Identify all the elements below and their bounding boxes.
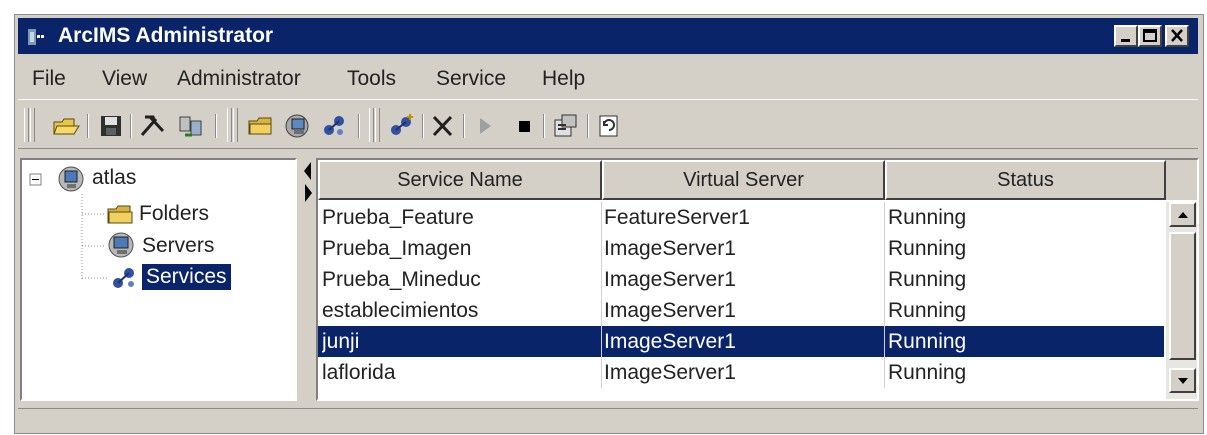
save-icon — [101, 116, 121, 136]
refresh-service-icon — [599, 115, 618, 137]
toolbar-separator — [87, 114, 89, 138]
save-button[interactable] — [96, 111, 126, 141]
toolbar-separator — [130, 114, 132, 138]
properties-icon — [554, 114, 577, 137]
toolbar-grip[interactable] — [227, 108, 232, 142]
tree-pane: atlas Folders Servers Services — [20, 158, 297, 401]
toolbar-grip[interactable] — [369, 108, 374, 142]
menu-view[interactable]: View — [102, 66, 147, 92]
open-folder-icon — [53, 118, 80, 135]
servers-button[interactable] — [283, 111, 313, 141]
properties-button[interactable] — [551, 111, 581, 141]
menu-service[interactable]: Service — [436, 66, 506, 92]
add-service-icon — [391, 114, 413, 135]
toolbar-separator — [543, 114, 545, 138]
column-header-status[interactable]: Status — [885, 160, 1166, 200]
column-dividers — [601, 202, 885, 388]
toolbar-separator — [422, 114, 424, 138]
toolbar-separator — [358, 114, 360, 138]
folder-icon — [107, 205, 133, 224]
splitter-arrows-icon — [304, 162, 312, 202]
vertical-scrollbar[interactable] — [1166, 202, 1197, 399]
play-icon — [480, 118, 491, 134]
toolbar-separator — [463, 114, 465, 138]
scroll-down-button[interactable] — [1169, 368, 1196, 393]
title-bar[interactable]: ArcIMS Administrator — [18, 18, 1198, 54]
folders-button[interactable] — [246, 111, 276, 141]
tools-icon — [140, 115, 165, 136]
services-icon — [113, 268, 134, 288]
server-icon — [285, 114, 309, 138]
toolbar-grip[interactable] — [24, 108, 29, 142]
delete-button[interactable] — [428, 111, 458, 141]
tools-button[interactable] — [138, 111, 168, 141]
server-icon — [108, 232, 134, 258]
arrow-up-icon — [1177, 211, 1188, 218]
folder-icon — [248, 117, 272, 135]
header-scroll-corner — [1166, 160, 1197, 200]
start-button[interactable] — [470, 111, 500, 141]
toolbar-separator — [587, 114, 589, 138]
open-button[interactable] — [51, 111, 81, 141]
maximize-button[interactable] — [1138, 25, 1162, 47]
add-service-button[interactable] — [388, 111, 418, 141]
close-button[interactable] — [1165, 25, 1189, 47]
stop-icon — [519, 121, 530, 132]
table-header: Service Name Virtual Server Status — [318, 160, 1166, 200]
scroll-up-button[interactable] — [1169, 202, 1196, 227]
menu-administrator[interactable]: Administrator — [177, 66, 301, 92]
services-icon — [324, 116, 344, 135]
toolbar — [18, 99, 1198, 149]
services-table: Service Name Virtual Server Status Prueb… — [316, 158, 1199, 401]
menu-file[interactable]: File — [32, 66, 66, 92]
toolbar-grip[interactable] — [375, 108, 380, 142]
tree-label-folders: Folders — [139, 202, 210, 225]
column-header-service-name[interactable]: Service Name — [318, 160, 602, 200]
pane-splitter[interactable] — [301, 158, 315, 401]
menu-tools[interactable]: Tools — [347, 66, 396, 92]
toolbar-grip[interactable] — [233, 108, 238, 142]
column-header-virtual-server[interactable]: Virtual Server — [602, 160, 885, 200]
close-icon — [1171, 29, 1183, 42]
refresh-service-button[interactable] — [594, 111, 624, 141]
status-bar — [18, 408, 1198, 433]
minimize-icon — [1121, 39, 1130, 42]
tree-label-atlas: atlas — [92, 166, 137, 189]
toolbar-separator — [215, 114, 217, 138]
menu-help[interactable]: Help — [542, 66, 585, 92]
refresh-button[interactable] — [176, 111, 206, 141]
toolbar-grip[interactable] — [30, 108, 35, 142]
minimize-button[interactable] — [1114, 25, 1138, 47]
server-host-icon — [58, 166, 84, 192]
app-icon — [28, 29, 44, 45]
refresh-icon — [179, 116, 202, 137]
arcims-administrator-window: ArcIMS Administrator File View Administr… — [14, 14, 1204, 434]
tree-label-servers: Servers — [142, 234, 215, 257]
delete-icon — [432, 115, 453, 137]
maximize-icon — [1143, 29, 1157, 42]
scroll-thumb[interactable] — [1169, 232, 1196, 360]
stop-button[interactable] — [510, 111, 540, 141]
window-title: ArcIMS Administrator — [58, 24, 274, 47]
services-button[interactable] — [320, 111, 350, 141]
menu-bar: File View Administrator Tools Service He… — [18, 60, 1198, 96]
tree-label-services-selected: Services — [142, 264, 231, 290]
arrow-down-icon — [1177, 377, 1188, 384]
